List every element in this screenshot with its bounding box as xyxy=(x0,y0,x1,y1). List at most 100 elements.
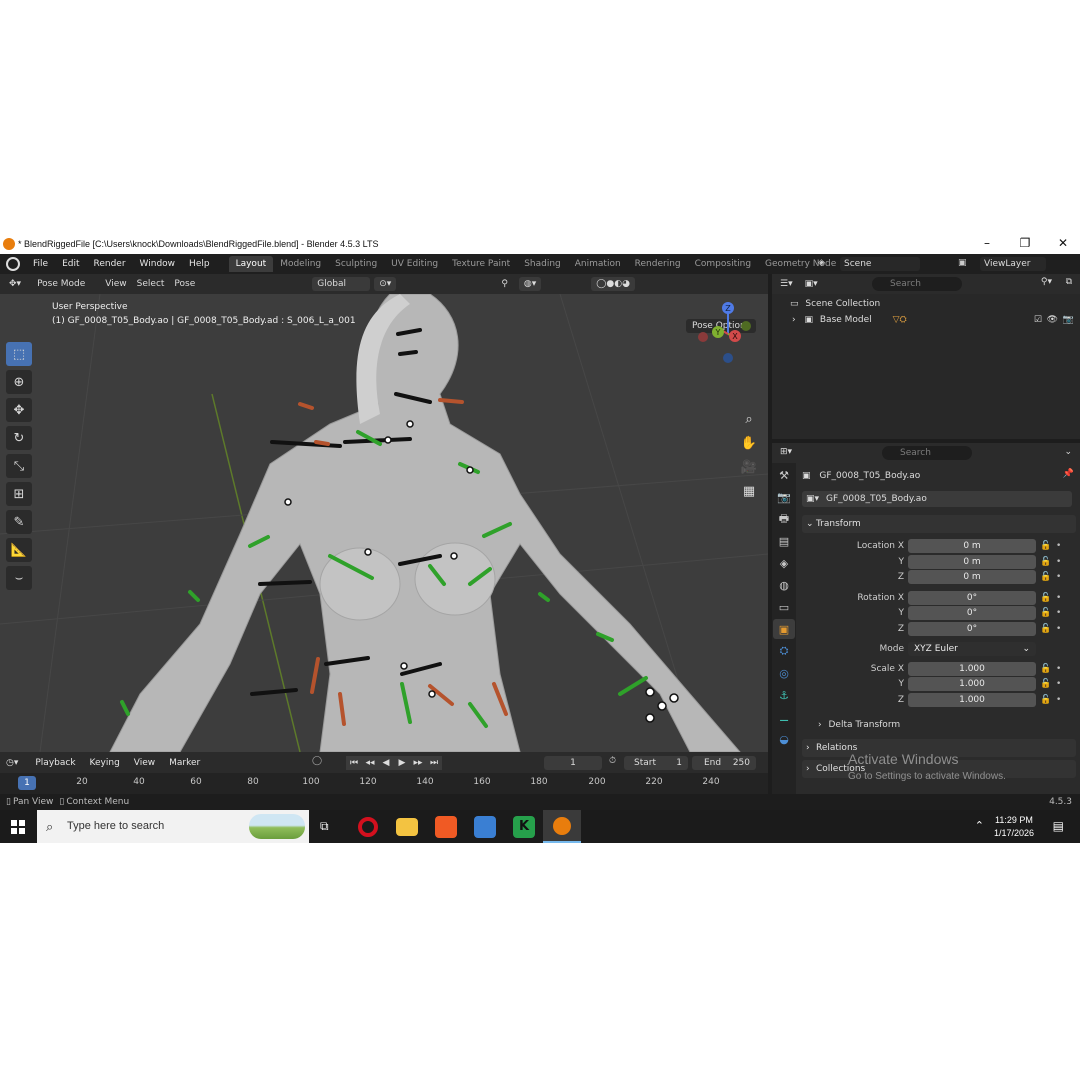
scene-selector[interactable]: Scene xyxy=(840,257,920,271)
properties-options-icon[interactable]: ⌄ xyxy=(1064,447,1072,457)
menu-render[interactable]: Render xyxy=(87,259,133,269)
transform-panel-header[interactable]: ⌄ Transform xyxy=(802,515,1076,533)
lock-icon[interactable]: 🔓 xyxy=(1040,570,1051,584)
tab-layout[interactable]: Layout xyxy=(228,256,274,272)
keyframe-dot-icon[interactable]: • xyxy=(1056,591,1061,605)
scale-y-field[interactable]: 1.000 xyxy=(908,677,1036,691)
record-icon[interactable]: ◯ xyxy=(312,756,322,766)
menu-view-timeline[interactable]: View xyxy=(127,758,162,768)
tab-sculpting[interactable]: Sculpting xyxy=(328,256,384,272)
tab-compositing[interactable]: Compositing xyxy=(688,256,758,272)
lock-icon[interactable]: 🔓 xyxy=(1040,677,1051,691)
menu-window[interactable]: Window xyxy=(133,259,183,269)
tab-animation[interactable]: Animation xyxy=(568,256,628,272)
move-icon[interactable]: ✥ xyxy=(6,398,32,422)
pan-hand-icon[interactable]: ✋ xyxy=(738,432,760,454)
rotate-icon[interactable]: ↻ xyxy=(6,426,32,450)
timer-icon[interactable]: ⏱ xyxy=(609,756,616,766)
menu-edit[interactable]: Edit xyxy=(55,259,86,269)
lock-icon[interactable]: 🔓 xyxy=(1040,662,1051,676)
zoom-icon[interactable]: ⌕ xyxy=(738,408,760,430)
scene-icon[interactable]: ◈ xyxy=(818,258,836,270)
navigation-gizmo[interactable]: Z Y X xyxy=(694,300,764,370)
scene-collection-row[interactable]: ▭ Scene Collection xyxy=(772,296,1080,312)
measure-icon[interactable]: 📐 xyxy=(6,538,32,562)
keyframe-dot-icon[interactable]: • xyxy=(1056,606,1061,620)
menu-pose[interactable]: Pose xyxy=(169,277,200,291)
clock-editor-icon[interactable]: ◷▾ xyxy=(6,758,18,768)
task-view-icon[interactable]: ⧉ xyxy=(320,819,329,834)
editor-type-icon[interactable]: ✥▾ xyxy=(4,277,26,291)
tab-shading[interactable]: Shading xyxy=(517,256,568,272)
filter-icon[interactable]: ⚲▾ xyxy=(1041,277,1052,287)
shading-modes-icon[interactable]: ◯●◐◕ xyxy=(591,277,635,291)
collection-tab-icon[interactable]: ▭ xyxy=(773,597,795,617)
3d-viewport[interactable]: ✥▾ Pose Mode View Select Pose Global ⊙▾ … xyxy=(0,274,768,752)
rotation-z-field[interactable]: 0° xyxy=(908,622,1036,636)
lock-icon[interactable]: 🔓 xyxy=(1040,555,1051,569)
output-tab-icon[interactable]: 🖶 xyxy=(773,509,795,529)
modifiers-tab-icon[interactable]: ⛭ xyxy=(773,641,795,661)
keyframe-dot-icon[interactable]: • xyxy=(1056,622,1061,636)
visibility-eye-icon[interactable]: 👁 xyxy=(1047,312,1058,328)
material-tab-icon[interactable]: ◒ xyxy=(773,729,795,749)
view-layer-tab-icon[interactable]: ▤ xyxy=(773,531,795,551)
pin-icon[interactable]: 📌 xyxy=(1063,469,1074,479)
view-layer-selector[interactable]: ViewLayer xyxy=(980,257,1046,271)
keyframe-dot-icon[interactable]: • xyxy=(1056,677,1061,691)
tab-rendering[interactable]: Rendering xyxy=(628,256,688,272)
notifications-icon[interactable]: ▤ xyxy=(1053,819,1064,833)
rotation-mode-select[interactable]: XYZ Euler ⌄ xyxy=(908,642,1036,656)
bone-envelope-icon[interactable]: ⌣ xyxy=(6,566,32,590)
jump-key-back-icon[interactable]: ◂◂ xyxy=(362,756,378,770)
viewport-scene[interactable]: User Perspective (1) GF_0008_T05_Body.ao… xyxy=(0,293,768,752)
jump-key-forward-icon[interactable]: ▸▸ xyxy=(410,756,426,770)
keyframe-dot-icon[interactable]: • xyxy=(1056,555,1061,569)
keying-dropdown[interactable]: Keying xyxy=(83,758,127,768)
lock-icon[interactable]: 🔓 xyxy=(1040,539,1051,553)
scale-x-field[interactable]: 1.000 xyxy=(908,662,1036,676)
lock-icon[interactable]: 🔓 xyxy=(1040,693,1051,707)
outliner-item-base-model[interactable]: › ▣ Base Model ▽⛭ ☑ 👁 📷 xyxy=(772,312,1080,328)
menu-marker[interactable]: Marker xyxy=(162,758,207,768)
view-layer-icon[interactable]: ▣ xyxy=(958,258,976,270)
delta-transform-subpanel[interactable]: › Delta Transform xyxy=(818,717,900,733)
outliner-editor-icon[interactable]: ☰▾ xyxy=(780,279,793,289)
scene-tab-icon[interactable]: ◈ xyxy=(773,553,795,573)
location-x-field[interactable]: 0 m xyxy=(908,539,1036,553)
display-mode-icon[interactable]: ▣▾ xyxy=(805,279,818,289)
object-tab-icon[interactable]: ▣ xyxy=(773,619,795,639)
scale-icon[interactable]: ⤡ xyxy=(6,454,32,478)
render-tab-icon[interactable]: 📷 xyxy=(773,487,795,507)
blender-menu-icon[interactable] xyxy=(6,257,20,271)
snap-icon[interactable]: ⚲ xyxy=(496,277,513,291)
keyframe-dot-icon[interactable]: • xyxy=(1056,693,1061,707)
blender-taskbar-icon[interactable] xyxy=(543,810,581,843)
keyframe-dot-icon[interactable]: • xyxy=(1056,570,1061,584)
annotate-icon[interactable]: ✎ xyxy=(6,510,32,534)
tab-uv-editing[interactable]: UV Editing xyxy=(384,256,445,272)
overlay-toggle-icon[interactable]: ◍▾ xyxy=(518,277,542,291)
file-explorer-icon[interactable] xyxy=(396,818,418,836)
store-app-icon[interactable] xyxy=(474,816,496,838)
minimize-icon[interactable]: – xyxy=(980,236,994,250)
physics-tab-icon[interactable]: ◎ xyxy=(773,663,795,683)
end-frame-field[interactable]: End 250 xyxy=(692,756,756,770)
frame-indicator[interactable]: 1 xyxy=(18,776,36,790)
include-checkbox-icon[interactable]: ☑ xyxy=(1034,312,1042,328)
menu-help[interactable]: Help xyxy=(182,259,217,269)
object-data-tab-icon[interactable]: ⚊ xyxy=(773,707,795,727)
cursor-icon[interactable]: ⊕ xyxy=(6,370,32,394)
select-box-icon[interactable]: ⬚ xyxy=(6,342,32,366)
orientation-dropdown[interactable]: Global xyxy=(312,277,371,291)
pose-mode-dropdown[interactable]: Pose Mode xyxy=(32,277,90,291)
constraints-tab-icon[interactable]: ⚓ xyxy=(773,685,795,705)
expand-arrow-icon[interactable]: › xyxy=(792,315,796,325)
keyframe-dot-icon[interactable]: • xyxy=(1056,539,1061,553)
jump-end-icon[interactable]: ⏭ xyxy=(426,756,442,770)
grid-perspective-icon[interactable]: ▦ xyxy=(738,480,760,502)
transform-icon[interactable]: ⊞ xyxy=(6,482,32,506)
lock-icon[interactable]: 🔓 xyxy=(1040,606,1051,620)
start-frame-field[interactable]: Start 1 xyxy=(624,756,688,770)
tab-modeling[interactable]: Modeling xyxy=(273,256,328,272)
